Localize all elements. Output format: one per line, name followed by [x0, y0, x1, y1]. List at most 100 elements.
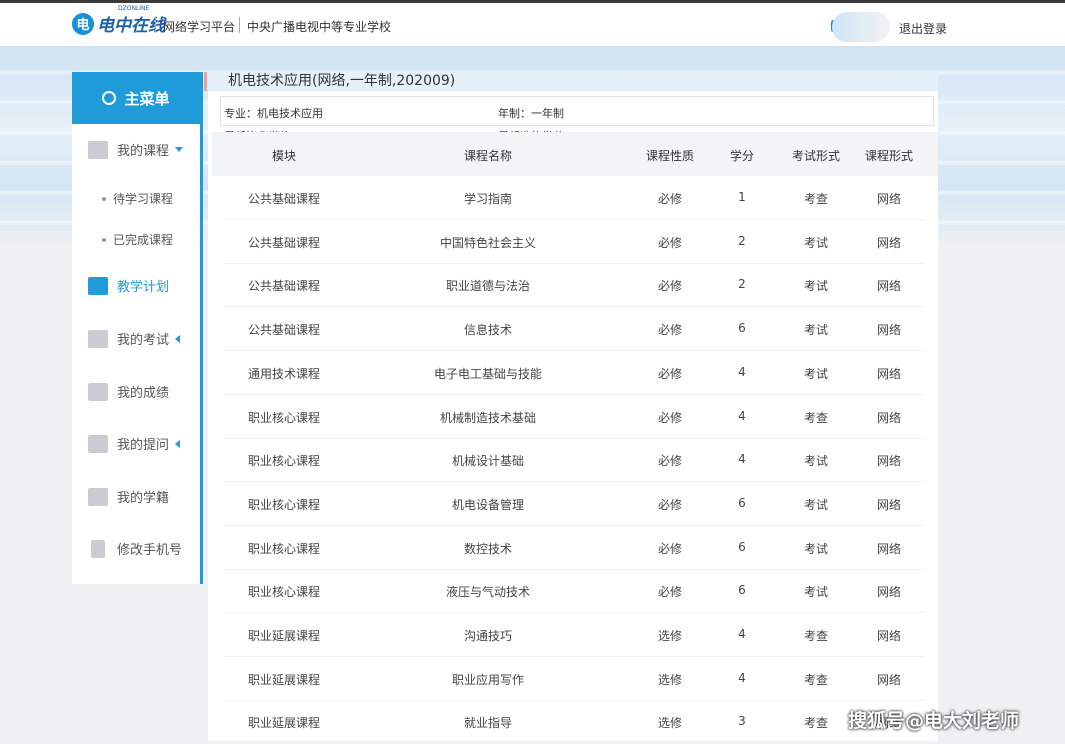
- table-row: 职业核心课程 机械设计基础 必修 4 考试 网络: [224, 438, 924, 483]
- table-row: 通用技术课程 电子电工基础与技能 必修 4 考试 网络: [224, 351, 924, 395]
- table-row: 职业核心课程 液压与气动技术 必修 6 考试 网络: [224, 569, 924, 614]
- column-header: 课程名称: [463, 149, 513, 163]
- exam-icon: [88, 329, 108, 348]
- table-cell: 考试: [803, 497, 829, 512]
- table-cell: 选修: [657, 629, 683, 643]
- table-cell: 职业延展课程: [247, 629, 321, 643]
- main-menu-header[interactable]: 主菜单: [72, 72, 200, 124]
- table-cell: 6: [738, 321, 746, 336]
- chevron-left-icon: [175, 439, 181, 448]
- sidebar-item-label: 我的提问: [117, 438, 170, 453]
- sidebar-subitem-pending[interactable]: 待学习课程: [102, 190, 173, 207]
- table-cell: 2: [738, 233, 746, 248]
- sidebar-item-change-phone[interactable]: 修改手机号: [72, 539, 200, 558]
- column-header: 学分: [729, 149, 755, 163]
- table-cell: 公共基础课程: [247, 192, 321, 206]
- table-cell: 必修: [657, 192, 683, 206]
- table-cell: 职业核心课程: [247, 454, 321, 469]
- sidebar-item-my-exams[interactable]: 我的考试: [72, 329, 200, 348]
- table-cell: 网络: [876, 279, 902, 294]
- sidebar-item-my-questions[interactable]: 我的提问: [72, 434, 200, 453]
- table-cell: 网络: [876, 192, 902, 206]
- table-cell: 必修: [657, 454, 683, 469]
- site-logo[interactable]: 电 电中在线 DZONLINE: [72, 5, 165, 36]
- main-panel: 机电技术应用(网络,一年制,202009) 专业：机电技术应用 年制：一年制 最…: [204, 72, 938, 744]
- phone-icon: [91, 539, 105, 558]
- column-header: 模块: [271, 149, 297, 163]
- score-icon: [88, 382, 108, 401]
- table-cell: 必修: [657, 323, 683, 338]
- table-cell: 公共基础课程: [247, 235, 321, 250]
- table-cell: 通用技术课程: [247, 366, 321, 381]
- table-cell: 考查: [803, 716, 829, 731]
- school-name: 中央广播电视中等专业学校: [247, 20, 392, 34]
- logout-link[interactable]: 退出登录: [899, 20, 947, 37]
- sidebar-item-teaching-plan[interactable]: 教学计划: [72, 276, 200, 295]
- bullet-icon: [102, 196, 106, 201]
- sidebar-item-label: 修改手机号: [117, 543, 183, 558]
- user-avatar[interactable]: [832, 12, 890, 42]
- table-cell: 必修: [657, 410, 683, 425]
- table-cell: 职业核心课程: [247, 541, 321, 556]
- table-cell: 职业延展课程: [247, 716, 321, 731]
- sidebar-subitem-completed[interactable]: 已完成课程: [102, 231, 173, 248]
- table-cell: 必修: [657, 279, 683, 294]
- bullet-icon: [102, 237, 106, 242]
- menu-icon: [102, 91, 117, 105]
- sidebar-item-label: 教学计划: [117, 280, 170, 295]
- sidebar-item-label: 我的课程: [117, 144, 170, 159]
- table-cell: 信息技术: [463, 323, 513, 338]
- table-cell: 必修: [657, 497, 683, 512]
- sidebar-item-my-courses[interactable]: 我的课程: [72, 140, 200, 159]
- table-cell: 网络: [876, 672, 902, 687]
- table-row: 公共基础课程 信息技术 必修 6 考试 网络: [224, 307, 924, 352]
- table-cell: 必修: [657, 541, 683, 556]
- table-cell: 考试: [803, 279, 829, 294]
- plan-info-box: [220, 96, 934, 126]
- logo-subtext: DZONLINE: [118, 5, 150, 12]
- table-cell: 公共基础课程: [247, 323, 321, 338]
- platform-name: 网络学习平台: [163, 20, 236, 34]
- table-cell: 学习指南: [463, 192, 513, 206]
- table-cell: 网络: [876, 454, 902, 469]
- logo-icon: 电: [72, 12, 94, 35]
- table-cell: 机械制造技术基础: [439, 410, 537, 425]
- table-row: 职业延展课程 就业指导 选修 3 考查 网络: [224, 700, 924, 744]
- divider: [155, 17, 156, 33]
- divider: [239, 17, 240, 33]
- sidebar-item-label: 我的成绩: [117, 386, 170, 401]
- table-cell: 网络: [876, 410, 902, 425]
- table-cell: 4: [738, 452, 746, 467]
- sidebar-item-my-enrollment[interactable]: 我的学籍: [72, 487, 200, 506]
- table-cell: 考试: [803, 454, 829, 469]
- table-cell: 3: [738, 714, 746, 729]
- major-info: 专业：机电技术应用: [224, 107, 323, 120]
- table-row: 公共基础课程 职业道德与法治 必修 2 考试 网络: [224, 263, 924, 308]
- sidebar-item-label: 我的学籍: [117, 491, 170, 506]
- calendar-icon: [88, 276, 108, 295]
- table-row: 职业延展课程 职业应用写作 选修 4 考查 网络: [224, 657, 924, 701]
- table-cell: 职业道德与法治: [445, 279, 531, 294]
- table-cell: 网络: [876, 323, 902, 338]
- table-cell: 职业应用写作: [451, 672, 525, 687]
- table-cell: 中国特色社会主义: [439, 235, 537, 250]
- title-accent: [204, 72, 207, 91]
- main-menu-title: 主菜单: [124, 89, 170, 108]
- table-row: 公共基础课程 学习指南 必修 1 考查 网络: [224, 176, 924, 220]
- table-cell: 4: [738, 408, 746, 423]
- table-cell: 考试: [803, 585, 829, 600]
- table-row: 职业延展课程 沟通技巧 选修 4 考查 网络: [224, 613, 924, 657]
- sidebar-item-my-grades[interactable]: 我的成绩: [72, 382, 200, 401]
- table-cell: 考查: [803, 672, 829, 687]
- sidebar: 主菜单 我的课程 待学习课程 已完成课程 教学计划 我的考试 我的成绩 我的提问…: [72, 72, 203, 584]
- table-cell: 考试: [803, 235, 829, 250]
- table-cell: 数控技术: [463, 541, 513, 556]
- table-cell: 网络: [876, 585, 902, 600]
- sidebar-subitem-label: 已完成课程: [113, 233, 174, 247]
- table-row: 职业核心课程 数控技术 必修 6 考试 网络: [224, 526, 924, 570]
- chevron-down-icon: [175, 147, 184, 152]
- watermark: 搜狐号@电大刘老师: [848, 710, 1020, 732]
- table-cell: 考查: [803, 192, 829, 206]
- question-icon: [88, 434, 108, 453]
- video-icon: [88, 140, 108, 159]
